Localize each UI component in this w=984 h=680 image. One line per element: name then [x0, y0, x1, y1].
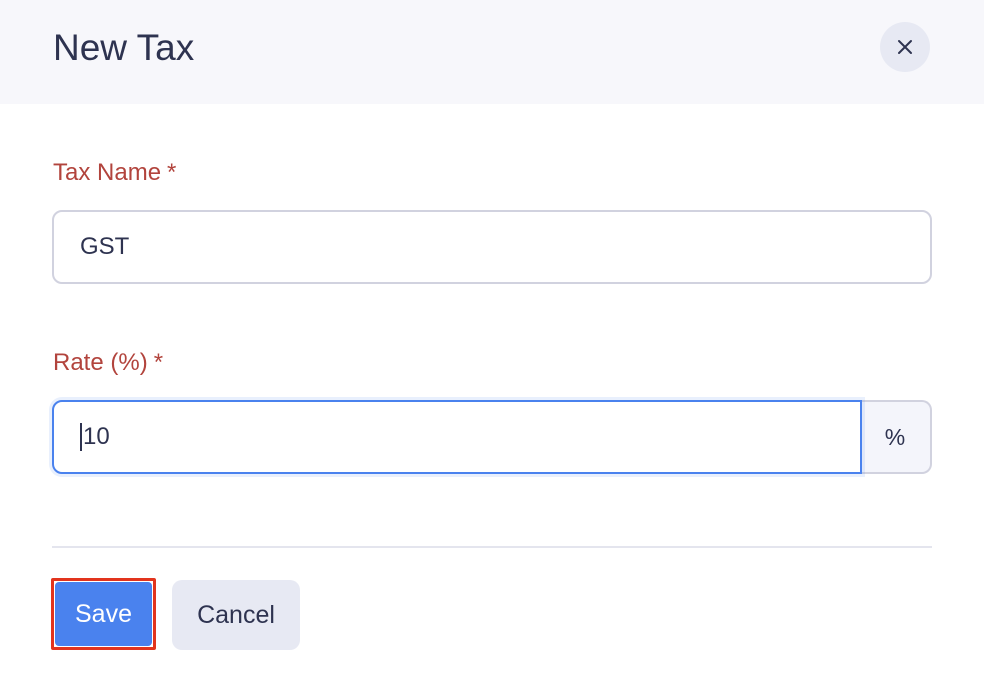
- tax-name-label-text: Tax Name: [53, 159, 162, 186]
- cancel-button[interactable]: Cancel: [172, 580, 300, 650]
- required-mark: *: [153, 349, 164, 376]
- rate-label-text: Rate (%): [53, 349, 148, 376]
- close-icon: [896, 38, 914, 56]
- footer-divider: [52, 546, 932, 548]
- rate-label: Rate (%) *: [53, 348, 163, 378]
- percent-addon: %: [860, 400, 932, 474]
- rate-input[interactable]: 10: [52, 400, 862, 474]
- text-caret: [80, 423, 82, 451]
- close-button[interactable]: [880, 22, 930, 72]
- dialog-header: New Tax: [0, 0, 984, 104]
- save-button[interactable]: Save: [55, 582, 152, 646]
- tax-name-value: GST: [80, 233, 130, 260]
- rate-input-group: 10 %: [52, 400, 932, 474]
- tax-name-input[interactable]: GST: [52, 210, 932, 284]
- new-tax-dialog: New Tax Tax Name * GST Rate (%) * 10 % Sav…: [0, 0, 984, 680]
- dialog-title: New Tax: [53, 27, 195, 68]
- required-mark: *: [167, 159, 177, 186]
- tax-name-label: Tax Name *: [53, 158, 176, 188]
- rate-value: 10: [83, 423, 110, 450]
